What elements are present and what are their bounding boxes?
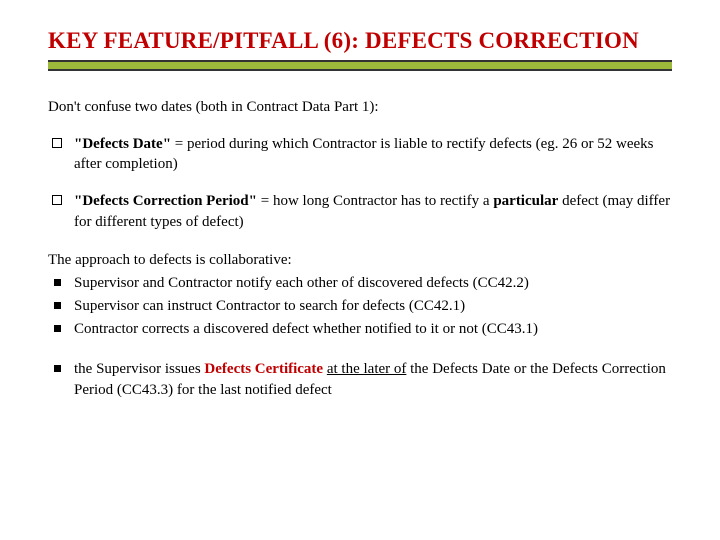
accent-bar — [48, 60, 672, 71]
term-desc-a: = how long Contractor has to rectify a — [257, 193, 493, 209]
list-item: Supervisor and Contractor notify each ot… — [48, 273, 672, 294]
list-item: Contractor corrects a discovered defect … — [48, 319, 672, 340]
cert-lead: the Supervisor issues — [74, 361, 204, 377]
cert-underline: at the later of — [327, 361, 407, 377]
term-label: "Defects Correction Period" — [74, 193, 257, 209]
definition-item: "Defects Date" = period during which Con… — [48, 134, 672, 175]
list-item: the Supervisor issues Defects Certificat… — [48, 359, 672, 400]
intro-text: Don't confuse two dates (both in Contrac… — [48, 97, 672, 118]
list-item: Supervisor can instruct Contractor to se… — [48, 296, 672, 317]
definition-item: "Defects Correction Period" = how long C… — [48, 191, 672, 232]
cert-red-term: Defects Certificate — [204, 361, 323, 377]
collab-intro: The approach to defects is collaborative… — [48, 250, 672, 271]
certificate-list: the Supervisor issues Defects Certificat… — [48, 359, 672, 400]
definitions-list: "Defects Date" = period during which Con… — [48, 134, 672, 233]
term-label: "Defects Date" — [74, 136, 171, 152]
term-emphasis: particular — [493, 193, 558, 209]
slide: KEY FEATURE/PITFALL (6): DEFECTS CORRECT… — [0, 0, 720, 540]
collab-list: Supervisor and Contractor notify each ot… — [48, 273, 672, 339]
slide-body: Don't confuse two dates (both in Contrac… — [48, 97, 672, 401]
slide-title: KEY FEATURE/PITFALL (6): DEFECTS CORRECT… — [48, 28, 672, 54]
